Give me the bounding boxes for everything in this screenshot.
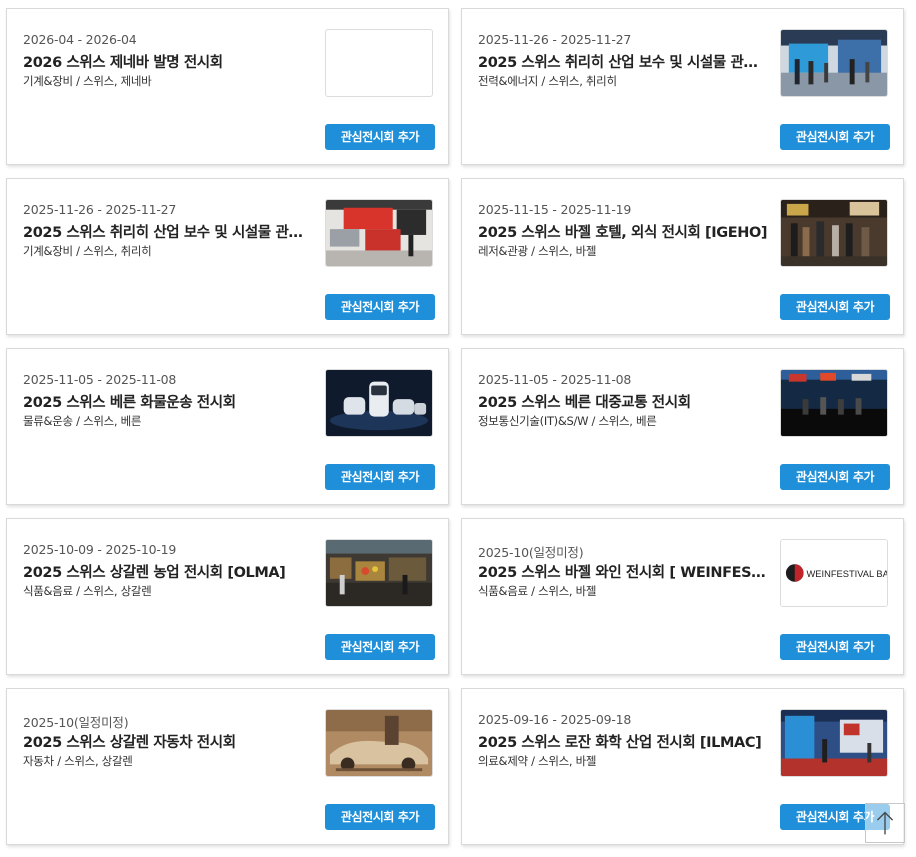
- exhibition-thumbnail[interactable]: WEINFESTIVAL BASEL: [780, 539, 888, 607]
- exhibition-card[interactable]: 2025-10-09 - 2025-10-19 2025 스위스 상갈렌 농업 …: [6, 518, 449, 675]
- add-interest-button[interactable]: 관심전시회 추가: [325, 294, 435, 320]
- exhibition-card[interactable]: 2025-11-05 - 2025-11-08 2025 스위스 베른 화물운송…: [6, 348, 449, 505]
- exhibition-card[interactable]: 2025-10(일정미정) 2025 스위스 바젤 와인 전시회 [ WEINF…: [461, 518, 904, 675]
- add-interest-button[interactable]: 관심전시회 추가: [780, 634, 890, 660]
- exhibition-thumbnail[interactable]: [780, 199, 888, 267]
- exhibition-thumbnail[interactable]: [780, 709, 888, 777]
- exhibition-thumbnail[interactable]: [780, 29, 888, 97]
- exhibition-title[interactable]: 2025 스위스 로잔 화학 산업 전시회 [ILMAC]: [478, 731, 770, 752]
- add-interest-button[interactable]: 관심전시회 추가: [780, 124, 890, 150]
- add-interest-button[interactable]: 관심전시회 추가: [325, 124, 435, 150]
- exhibition-category: 물류&운송 / 스위스, 베른: [23, 414, 142, 428]
- exhibition-thumbnail[interactable]: [325, 199, 433, 267]
- exhibition-title[interactable]: 2025 스위스 취리히 산업 보수 및 시설물 관리 …: [478, 51, 770, 72]
- exhibition-date: 2025-11-05 - 2025-11-08: [23, 372, 177, 387]
- exhibition-thumbnail[interactable]: [780, 369, 888, 437]
- exhibition-category: 레저&관광 / 스위스, 바젤: [478, 244, 597, 258]
- exhibition-title[interactable]: 2026 스위스 제네바 발명 전시회: [23, 51, 315, 72]
- exhibition-category: 식품&음료 / 스위스, 바젤: [478, 584, 597, 598]
- exhibition-title[interactable]: 2025 스위스 베른 화물운송 전시회: [23, 391, 315, 412]
- logo-text: WEINFESTIVAL BASEL: [807, 569, 887, 579]
- exhibition-date: 2025-10(일정미정): [23, 715, 129, 730]
- exhibition-date: 2025-10(일정미정): [478, 545, 584, 560]
- exhibition-card[interactable]: 2025-11-15 - 2025-11-19 2025 스위스 바젤 호텔, …: [461, 178, 904, 335]
- scroll-to-top-button[interactable]: [865, 803, 905, 843]
- exhibition-thumbnail[interactable]: [325, 709, 433, 777]
- exhibition-card[interactable]: 2025-09-16 - 2025-09-18 2025 스위스 로잔 화학 산…: [461, 688, 904, 845]
- add-interest-button[interactable]: 관심전시회 추가: [325, 804, 435, 830]
- exhibition-category: 전력&에너지 / 스위스, 취리히: [478, 74, 617, 88]
- exhibition-date: 2025-11-26 - 2025-11-27: [23, 202, 177, 217]
- exhibition-date: 2025-10-09 - 2025-10-19: [23, 542, 177, 557]
- exhibition-card[interactable]: 2025-10(일정미정) 2025 스위스 상갈렌 자동차 전시회 자동차 /…: [6, 688, 449, 845]
- exhibition-date: 2025-09-16 - 2025-09-18: [478, 712, 632, 727]
- exhibition-date: 2026-04 - 2026-04: [23, 32, 137, 47]
- exhibition-thumbnail[interactable]: [325, 539, 433, 607]
- exhibition-thumbnail[interactable]: [325, 29, 433, 97]
- exhibition-category: 기계&장비 / 스위스, 취리히: [23, 244, 152, 258]
- exhibition-date: 2025-11-15 - 2025-11-19: [478, 202, 632, 217]
- add-interest-button[interactable]: 관심전시회 추가: [325, 464, 435, 490]
- exhibition-title[interactable]: 2025 스위스 바젤 와인 전시회 [ WEINFESTI…: [478, 561, 770, 582]
- exhibition-category: 자동차 / 스위스, 상갈렌: [23, 754, 133, 768]
- exhibition-category: 의료&제약 / 스위스, 바젤: [478, 754, 597, 768]
- add-interest-button[interactable]: 관심전시회 추가: [325, 634, 435, 660]
- arrow-up-icon: [876, 811, 894, 835]
- exhibition-title[interactable]: 2025 스위스 취리히 산업 보수 및 시설물 관리 …: [23, 221, 315, 242]
- exhibition-title[interactable]: 2025 스위스 바젤 호텔, 외식 전시회 [IGEHO]: [478, 221, 770, 242]
- weinfestival-logo: WEINFESTIVAL BASEL: [781, 540, 887, 606]
- exhibition-card[interactable]: 2025-11-26 - 2025-11-27 2025 스위스 취리히 산업 …: [461, 8, 904, 165]
- exhibition-date: 2025-11-26 - 2025-11-27: [478, 32, 632, 47]
- exhibition-title[interactable]: 2025 스위스 베른 대중교통 전시회: [478, 391, 770, 412]
- exhibition-title[interactable]: 2025 스위스 상갈렌 자동차 전시회: [23, 731, 315, 752]
- add-interest-button[interactable]: 관심전시회 추가: [780, 464, 890, 490]
- exhibition-category: 기계&장비 / 스위스, 제네바: [23, 74, 152, 88]
- exhibition-date: 2025-11-05 - 2025-11-08: [478, 372, 632, 387]
- exhibition-grid: 2026-04 - 2026-04 2026 스위스 제네바 발명 전시회 기계…: [0, 0, 916, 857]
- exhibition-category: 정보통신기술(IT)&S/W / 스위스, 베른: [478, 414, 657, 428]
- exhibition-title[interactable]: 2025 스위스 상갈렌 농업 전시회 [OLMA]: [23, 561, 315, 582]
- exhibition-card[interactable]: 2026-04 - 2026-04 2026 스위스 제네바 발명 전시회 기계…: [6, 8, 449, 165]
- exhibition-category: 식품&음료 / 스위스, 상갈렌: [23, 584, 152, 598]
- exhibition-card[interactable]: 2025-11-05 - 2025-11-08 2025 스위스 베른 대중교통…: [461, 348, 904, 505]
- exhibition-card[interactable]: 2025-11-26 - 2025-11-27 2025 스위스 취리히 산업 …: [6, 178, 449, 335]
- add-interest-button[interactable]: 관심전시회 추가: [780, 294, 890, 320]
- exhibition-thumbnail[interactable]: [325, 369, 433, 437]
